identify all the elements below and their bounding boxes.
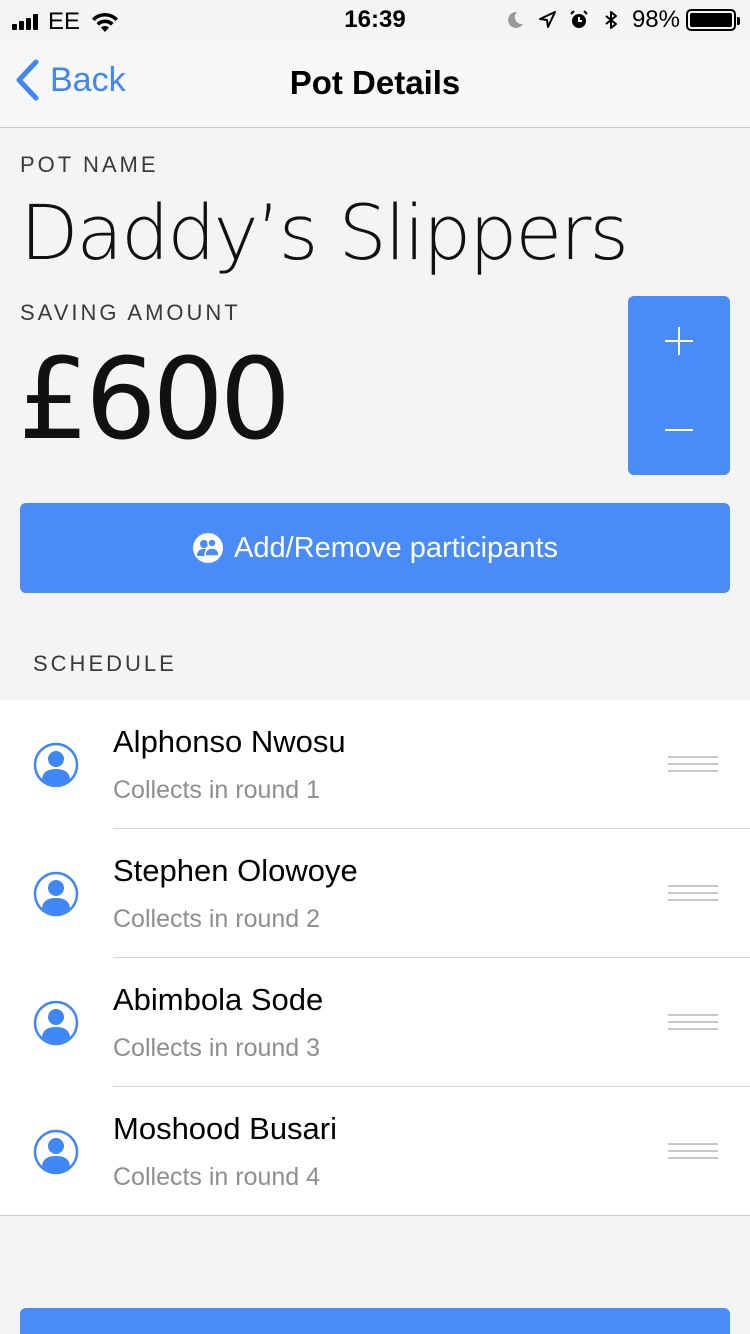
- participant-name: Abimbola Sode: [113, 982, 324, 1017]
- battery-icon: [686, 9, 740, 31]
- moon-icon: [508, 11, 523, 28]
- reorder-handle-icon[interactable]: [668, 1014, 718, 1032]
- participant-round: Collects in round 2: [113, 905, 321, 933]
- participants-icon: [193, 533, 223, 563]
- status-right: 98%: [494, 6, 740, 34]
- person-avatar-icon: [33, 1000, 79, 1046]
- reorder-handle-icon[interactable]: [668, 756, 718, 774]
- participant-name: Moshood Busari: [113, 1111, 338, 1146]
- list-item[interactable]: Abimbola Sode Collects in round 3: [0, 958, 750, 1087]
- saving-amount-value: £600: [18, 335, 291, 465]
- page-title: Pot Details: [289, 64, 461, 101]
- bottom-action-button[interactable]: [20, 1308, 730, 1334]
- bluetooth-icon: [605, 11, 617, 29]
- list-item[interactable]: Stephen Olowoye Collects in round 2: [0, 829, 750, 958]
- participant-name: Alphonso Nwosu: [113, 724, 346, 759]
- increment-button[interactable]: [628, 296, 730, 385]
- decrement-button[interactable]: [628, 385, 730, 474]
- battery-percent: 98%: [631, 6, 680, 33]
- schedule-label: SCHEDULE: [33, 651, 177, 676]
- participant-round: Collects in round 3: [113, 1034, 321, 1062]
- location-icon: [538, 11, 556, 28]
- list-item[interactable]: Alphonso Nwosu Collects in round 1: [0, 700, 750, 829]
- schedule-list: Alphonso Nwosu Collects in round 1 Steph…: [0, 700, 750, 1216]
- person-avatar-icon: [33, 871, 79, 917]
- navigation-bar: Back Pot Details: [0, 40, 750, 128]
- person-avatar-icon: [33, 1129, 79, 1175]
- pot-name-value[interactable]: Daddy’s Slippers: [20, 188, 629, 277]
- reorder-handle-icon[interactable]: [668, 1143, 718, 1161]
- pot-name-label: POT NAME: [20, 152, 159, 177]
- alarm-icon: [570, 10, 588, 28]
- list-item[interactable]: Moshood Busari Collects in round 4: [0, 1087, 750, 1216]
- amount-stepper: [628, 296, 730, 475]
- minus-icon: [665, 428, 693, 431]
- participant-name: Stephen Olowoye: [113, 853, 358, 888]
- saving-amount-label: SAVING AMOUNT: [20, 300, 241, 325]
- add-remove-participants-label: Add/Remove participants: [234, 531, 558, 564]
- reorder-handle-icon[interactable]: [668, 885, 718, 903]
- participant-round: Collects in round 1: [113, 776, 321, 804]
- status-bar: EE 16:39 98%: [0, 0, 750, 40]
- add-remove-participants-button[interactable]: Add/Remove participants: [20, 503, 730, 593]
- person-avatar-icon: [33, 742, 79, 788]
- participant-round: Collects in round 4: [113, 1163, 321, 1191]
- plus-icon: [665, 326, 693, 355]
